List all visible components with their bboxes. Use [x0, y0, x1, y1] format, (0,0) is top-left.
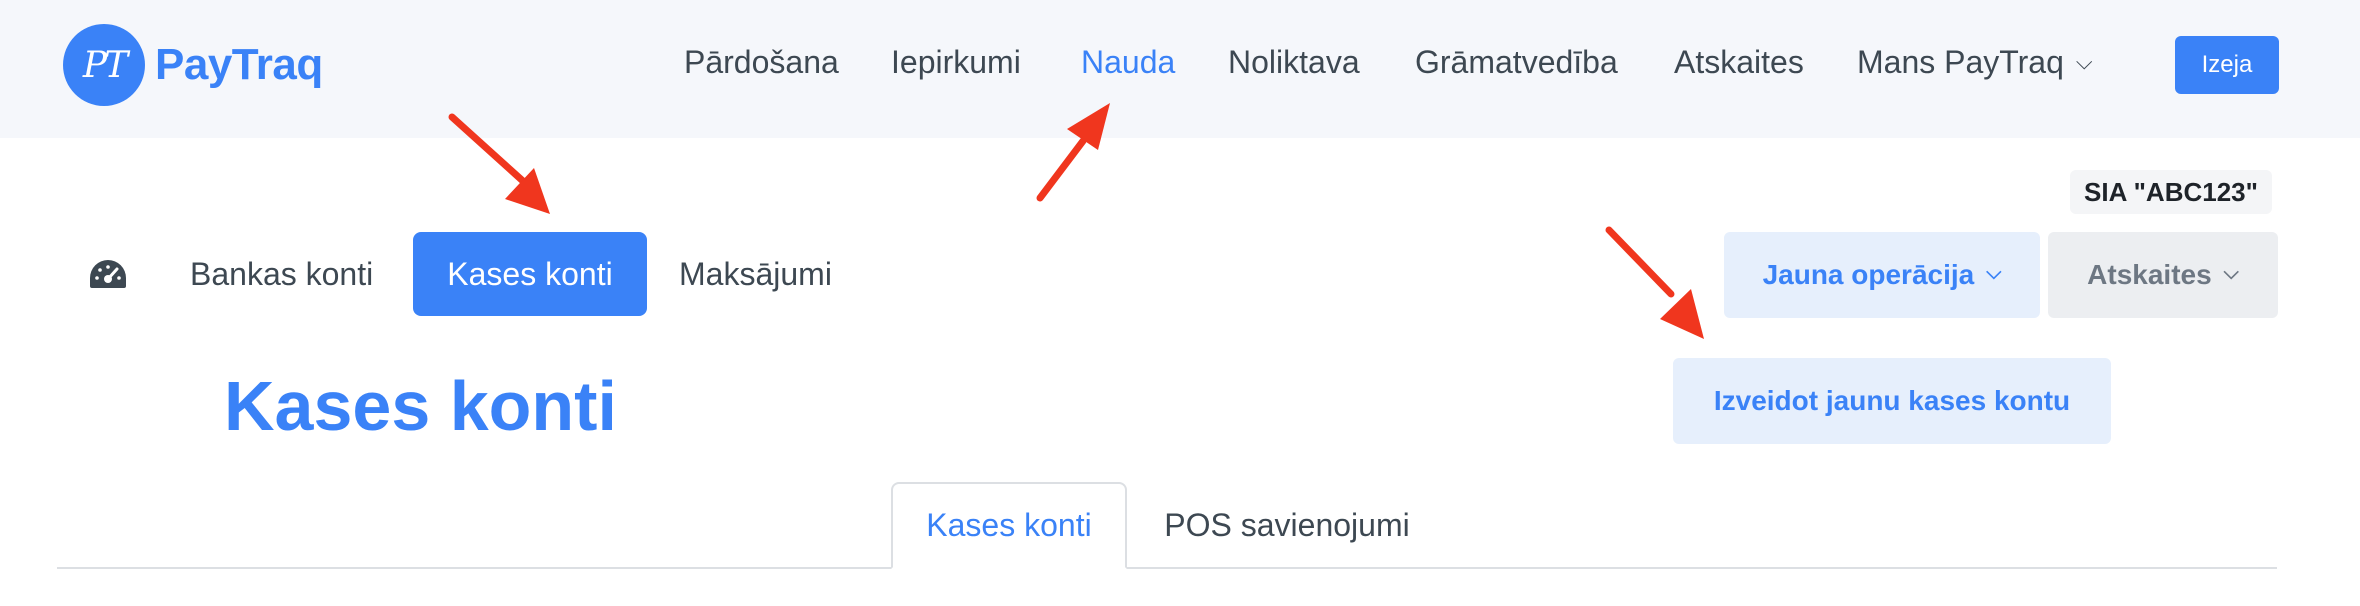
nav-item-money[interactable]: Nauda: [1081, 44, 1175, 81]
chevron-down-icon: ⌵: [2223, 261, 2239, 284]
subnav-item-bank-accounts[interactable]: Bankas konti: [190, 232, 373, 316]
page-title: Kases konti: [224, 367, 617, 445]
new-operation-label: Jauna operācija: [1762, 259, 1975, 290]
new-operation-button[interactable]: Jauna operācija ⌵: [1724, 232, 2040, 318]
reports-button[interactable]: Atskaites ⌵: [2048, 232, 2278, 318]
arrow-to-create-button: [1605, 226, 1704, 339]
tab-pos-connections[interactable]: POS savienojumi: [1127, 482, 1447, 569]
nav-item-sales[interactable]: Pārdošana: [684, 44, 839, 81]
chevron-down-icon: ⌵: [1986, 261, 2002, 284]
nav-item-purchases[interactable]: Iepirkumi: [891, 44, 1021, 81]
chevron-down-icon: ⌵: [2075, 48, 2093, 74]
nav-item-my-paytraq[interactable]: Mans PayTraq ⌵: [1857, 44, 2093, 81]
logo-mark: PT: [63, 24, 145, 106]
subnav-item-payments[interactable]: Maksājumi: [679, 232, 832, 316]
reports-label: Atskaites: [2087, 259, 2212, 290]
logo[interactable]: PT PayTraq: [63, 24, 323, 106]
logo-text: PayTraq: [155, 40, 323, 89]
create-cash-account-button[interactable]: Izveidot jaunu kases kontu: [1673, 358, 2111, 444]
nav-item-accounting[interactable]: Grāmatvedība: [1415, 44, 1618, 81]
tab-cash-accounts[interactable]: Kases konti: [891, 482, 1127, 569]
exit-button[interactable]: Izeja: [2175, 36, 2279, 94]
nav-item-my-paytraq-label: Mans PayTraq: [1857, 44, 2064, 80]
top-navigation-bar: PT PayTraq Pārdošana Iepirkumi Nauda Nol…: [0, 0, 2360, 138]
nav-item-reports[interactable]: Atskaites: [1674, 44, 1804, 81]
company-badge: SIA "ABC123": [2070, 170, 2272, 214]
nav-item-warehouse[interactable]: Noliktava: [1228, 44, 1360, 81]
subnav-item-cash-accounts[interactable]: Kases konti: [413, 232, 647, 316]
gauge-icon[interactable]: [88, 258, 128, 290]
